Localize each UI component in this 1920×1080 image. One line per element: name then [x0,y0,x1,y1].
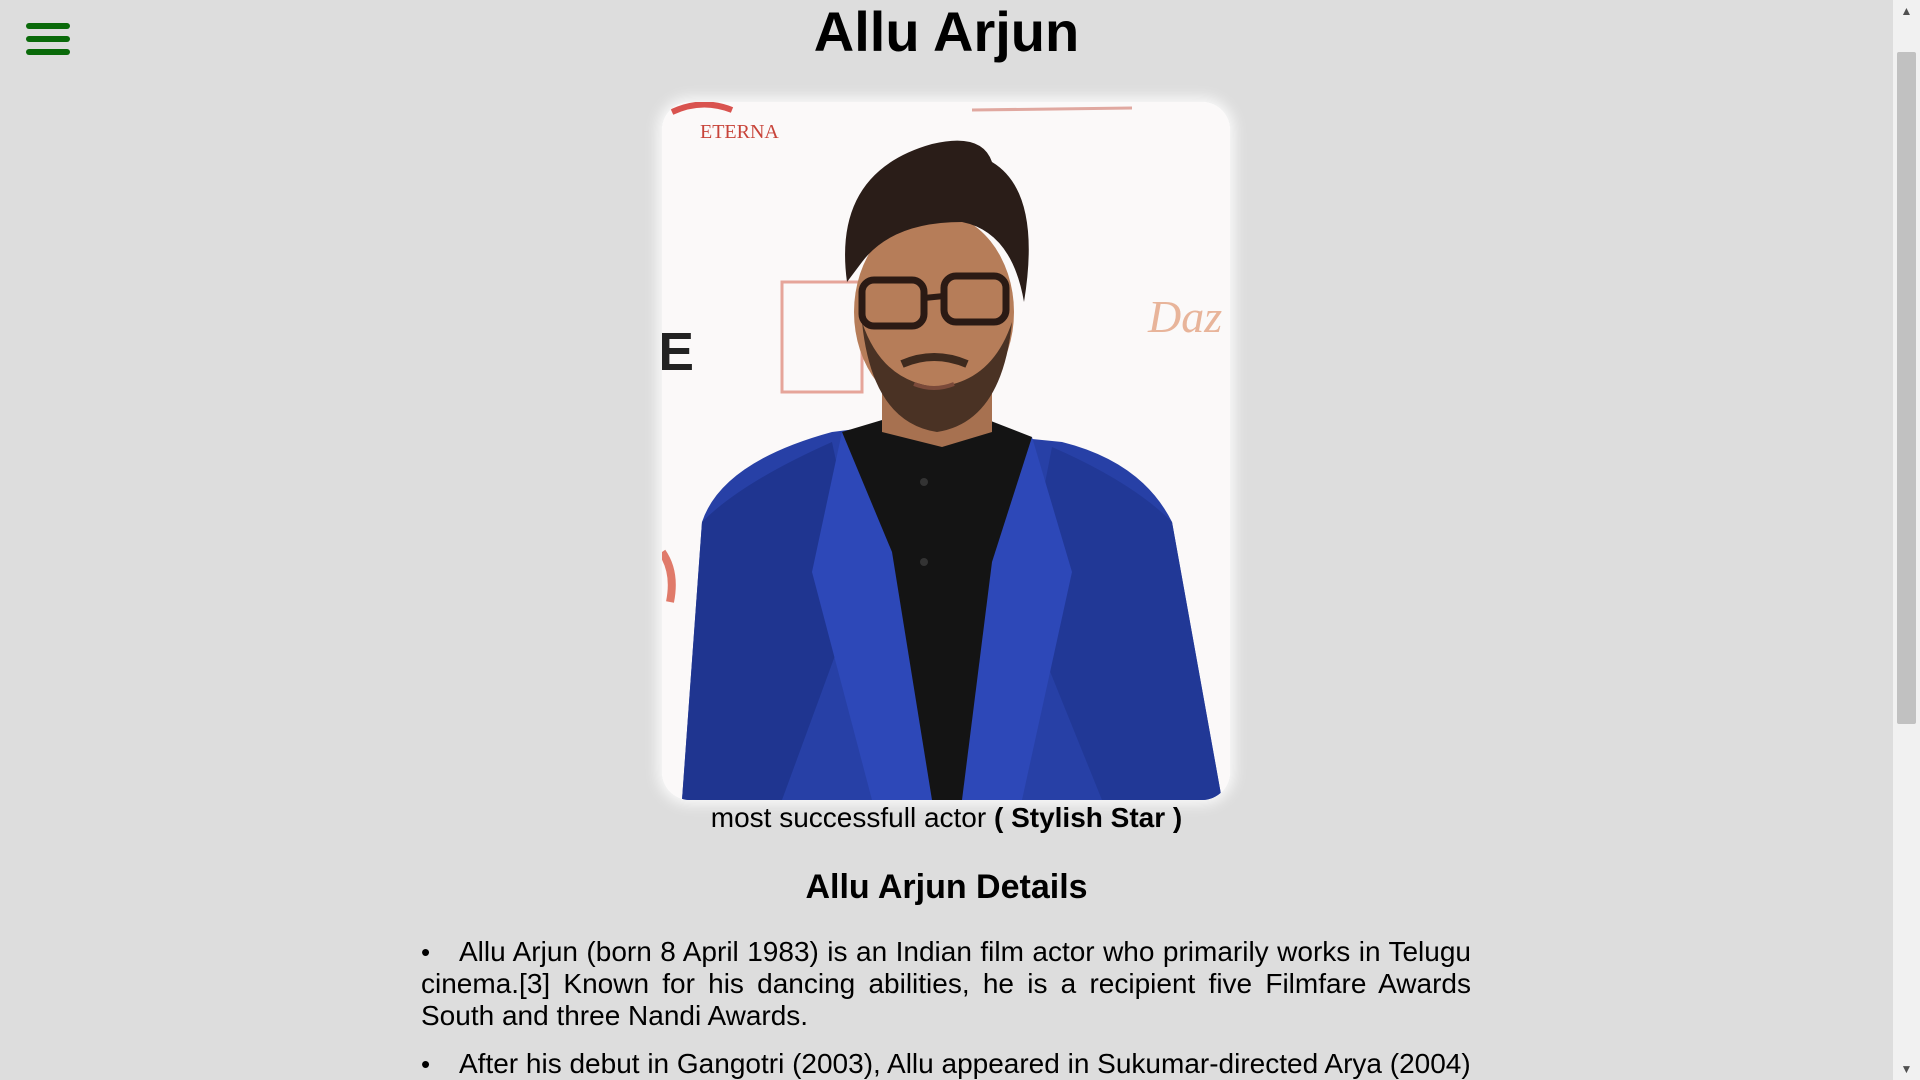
list-item: After his debut in Gangotri (2003), Allu… [421,1048,1471,1080]
actor-photo: ETERNA Daz E [662,102,1230,800]
backdrop-text-right: Daz [1147,291,1222,342]
actor-portrait-image: ETERNA Daz E [662,102,1230,800]
arrow-down-icon[interactable]: ▼ [1893,1058,1920,1080]
details-list: Allu Arjun (born 8 April 1983) is an Ind… [421,936,1471,1080]
caption-emphasis: ( Stylish Star ) [993,802,1183,833]
vertical-scrollbar[interactable]: ▲ ▼ [1893,0,1920,1080]
photo-caption: most successfull actor ( Stylish Star ) [0,800,1893,836]
scrollbar-thumb[interactable] [1897,52,1916,724]
details-heading: Allu Arjun Details [805,868,1088,906]
page: Allu Arjun ETERNA Daz E most successfull… [0,0,1893,1080]
list-item: Allu Arjun (born 8 April 1983) is an Ind… [421,936,1471,1032]
caption-text: most successfull actor [710,802,994,833]
arrow-up-icon[interactable]: ▲ [1893,0,1920,22]
page-title: Allu Arjun [813,0,1080,63]
backdrop-text-left: E [662,322,694,382]
backdrop-text-top: ETERNA [700,121,779,143]
